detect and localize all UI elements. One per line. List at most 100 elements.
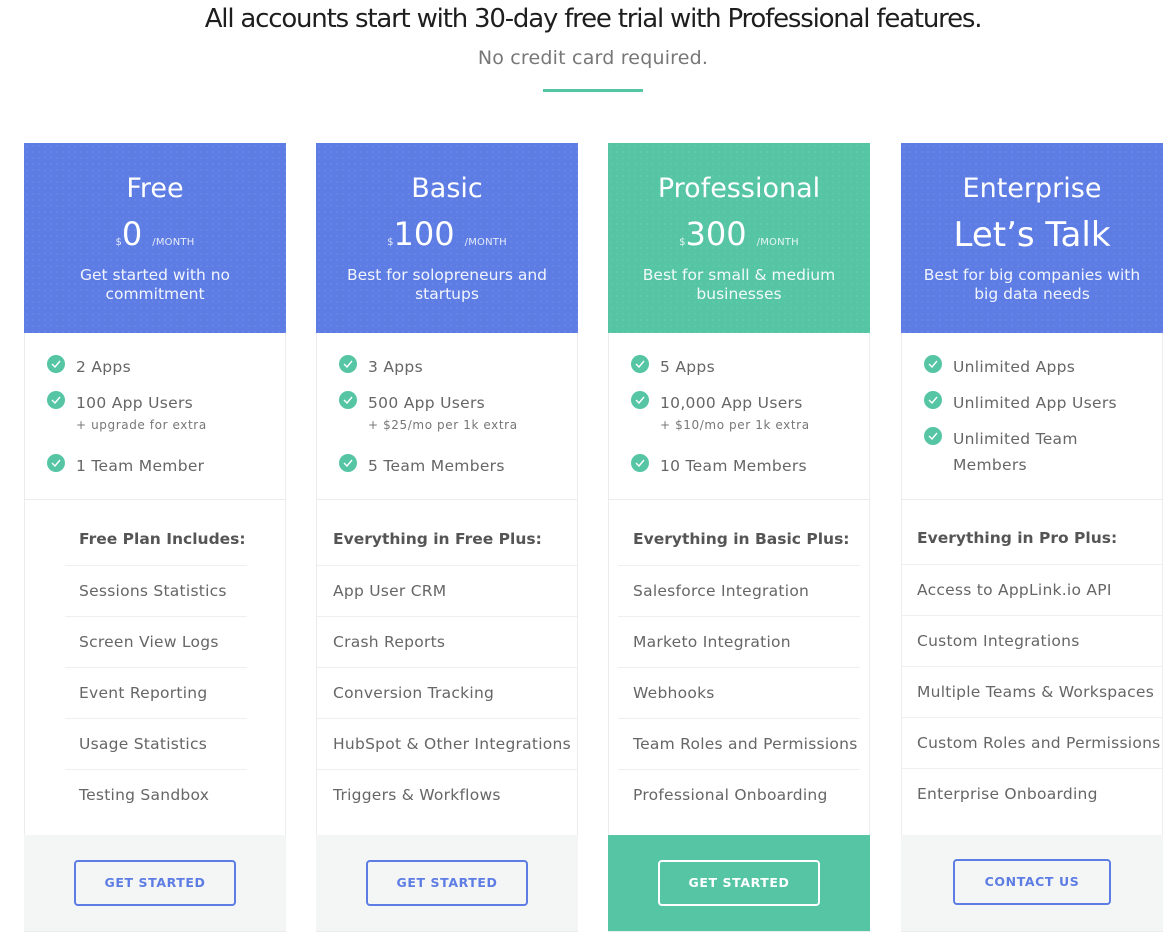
limit-text: Unlimited App Users: [953, 394, 1117, 412]
plan-header: Free $0/MONTH Get started with no commit…: [24, 143, 286, 333]
feature-item: Multiple Teams & Workspaces: [902, 666, 1162, 717]
contact-us-button[interactable]: CONTACT US: [953, 859, 1111, 905]
plan-features: Everything in Basic Plus: Salesforce Int…: [609, 500, 869, 835]
plan-card-professional: Professional $300/MONTH Best for small &…: [608, 143, 870, 932]
plan-name: Basic: [411, 173, 483, 204]
feature-item: Enterprise Onboarding: [902, 768, 1162, 819]
check-circle-icon: [631, 454, 649, 472]
check-circle-icon: [339, 454, 357, 472]
limit-text: 1 Team Member: [76, 457, 205, 475]
limit-note: + $10/mo per 1k extra: [660, 418, 810, 432]
plan-features: Free Plan Includes: Sessions Statistics …: [25, 500, 285, 835]
currency-symbol: $: [115, 237, 122, 248]
feature-item: Sessions Statistics: [65, 565, 247, 616]
feature-item: App User CRM: [317, 565, 577, 616]
price-period: /MONTH: [464, 237, 507, 248]
plan-price: $100/MONTH: [316, 215, 578, 255]
plan-footer: GET STARTED: [608, 835, 870, 931]
feature-item: HubSpot & Other Integrations: [317, 718, 577, 769]
feature-item: Triggers & Workflows: [317, 769, 577, 820]
price-amount: 300: [685, 215, 747, 253]
features-title: Everything in Pro Plus:: [917, 529, 1118, 547]
plan-name: Enterprise: [962, 173, 1102, 204]
feature-item: Usage Statistics: [65, 718, 247, 769]
plan-card-basic: Basic $100/MONTH Best for solopreneurs a…: [316, 143, 578, 932]
plan-card-free: Free $0/MONTH Get started with no commit…: [24, 143, 286, 932]
plan-price: $300/MONTH: [608, 215, 870, 255]
features-list: App User CRM Crash Reports Conversion Tr…: [317, 565, 577, 820]
feature-item: Screen View Logs: [65, 616, 247, 667]
features-list: Access to AppLink.io API Custom Integrat…: [902, 564, 1162, 819]
features-title: Free Plan Includes:: [79, 530, 246, 548]
plan-card-enterprise: Enterprise Let’s Talk Best for big compa…: [901, 143, 1163, 932]
check-circle-icon: [924, 355, 942, 373]
plan-footer: GET STARTED: [316, 835, 578, 931]
limit-text: Unlimited Team: [953, 430, 1078, 448]
check-circle-icon: [47, 454, 65, 472]
check-circle-icon: [47, 391, 65, 409]
plan-tagline: Get started with no commitment: [79, 266, 231, 303]
limit-text: 10,000 App Users: [660, 394, 803, 412]
accent-divider: [543, 89, 643, 92]
plan-name: Free: [126, 173, 184, 204]
limit-text: 100 App Users: [76, 394, 194, 412]
limit-text: 2 Apps: [76, 358, 131, 376]
check-circle-icon: [339, 355, 357, 373]
feature-item: Marketo Integration: [618, 616, 860, 667]
limit-text: 3 Apps: [368, 358, 423, 376]
plan-limits: 3 Apps 500 App Users + $25/mo per 1k ext…: [317, 333, 577, 500]
feature-item: Custom Roles and Permissions: [902, 717, 1162, 768]
feature-item: Salesforce Integration: [618, 565, 860, 616]
check-circle-icon: [631, 355, 649, 373]
features-title: Everything in Free Plus:: [333, 530, 542, 548]
plan-price: $0/MONTH: [24, 215, 286, 255]
plan-price-text: Let’s Talk: [953, 215, 1111, 255]
plan-limits: Unlimited Apps Unlimited App Users Unlim…: [902, 333, 1162, 500]
feature-item: Access to AppLink.io API: [902, 564, 1162, 615]
feature-item: Event Reporting: [65, 667, 247, 718]
plan-tagline: Best for big companies with big data nee…: [923, 266, 1141, 303]
limit-note: + $25/mo per 1k extra: [368, 418, 518, 432]
price-period: /MONTH: [756, 237, 799, 248]
limit-note: + upgrade for extra: [76, 418, 207, 432]
currency-symbol: $: [387, 237, 394, 248]
limit-text: 5 Team Members: [368, 457, 505, 475]
plan-header: Basic $100/MONTH Best for solopreneurs a…: [316, 143, 578, 333]
currency-symbol: $: [679, 237, 686, 248]
features-list: Salesforce Integration Marketo Integrati…: [618, 565, 860, 820]
plan-tagline: Best for small & medium businesses: [642, 266, 836, 303]
get-started-button[interactable]: GET STARTED: [366, 860, 528, 906]
check-circle-icon: [924, 427, 942, 445]
feature-item: Crash Reports: [317, 616, 577, 667]
limit-text: 5 Apps: [660, 358, 715, 376]
limit-text: 10 Team Members: [660, 457, 807, 475]
plan-name: Professional: [657, 173, 821, 204]
feature-item: Conversion Tracking: [317, 667, 577, 718]
get-started-button[interactable]: GET STARTED: [74, 860, 236, 906]
check-circle-icon: [924, 391, 942, 409]
price-amount: 0: [121, 215, 143, 253]
feature-item: Professional Onboarding: [618, 769, 860, 820]
features-list: Sessions Statistics Screen View Logs Eve…: [65, 565, 247, 820]
features-title: Everything in Basic Plus:: [633, 530, 850, 548]
plan-footer: CONTACT US: [901, 835, 1163, 931]
feature-item: Team Roles and Permissions: [618, 718, 860, 769]
plan-header: Professional $300/MONTH Best for small &…: [608, 143, 870, 333]
limit-text: 500 App Users: [368, 394, 486, 412]
plan-limits: 5 Apps 10,000 App Users + $10/mo per 1k …: [609, 333, 869, 500]
feature-item: Webhooks: [618, 667, 860, 718]
feature-item: Testing Sandbox: [65, 769, 247, 820]
plan-tagline: Best for solopreneurs and startups: [347, 266, 547, 303]
plan-features: Everything in Pro Plus: Access to AppLin…: [902, 500, 1162, 835]
limit-text-continued: Members: [953, 456, 1027, 474]
check-circle-icon: [47, 355, 65, 373]
plan-footer: GET STARTED: [24, 835, 286, 931]
page-headline: All accounts start with 30-day free tria…: [204, 4, 983, 34]
check-circle-icon: [339, 391, 357, 409]
plan-features: Everything in Free Plus: App User CRM Cr…: [317, 500, 577, 835]
plan-limits: 2 Apps 100 App Users + upgrade for extra…: [25, 333, 285, 500]
page-subheadline: No credit card required.: [477, 47, 709, 69]
price-period: /MONTH: [152, 237, 195, 248]
get-started-button[interactable]: GET STARTED: [658, 860, 820, 906]
feature-item: Custom Integrations: [902, 615, 1162, 666]
